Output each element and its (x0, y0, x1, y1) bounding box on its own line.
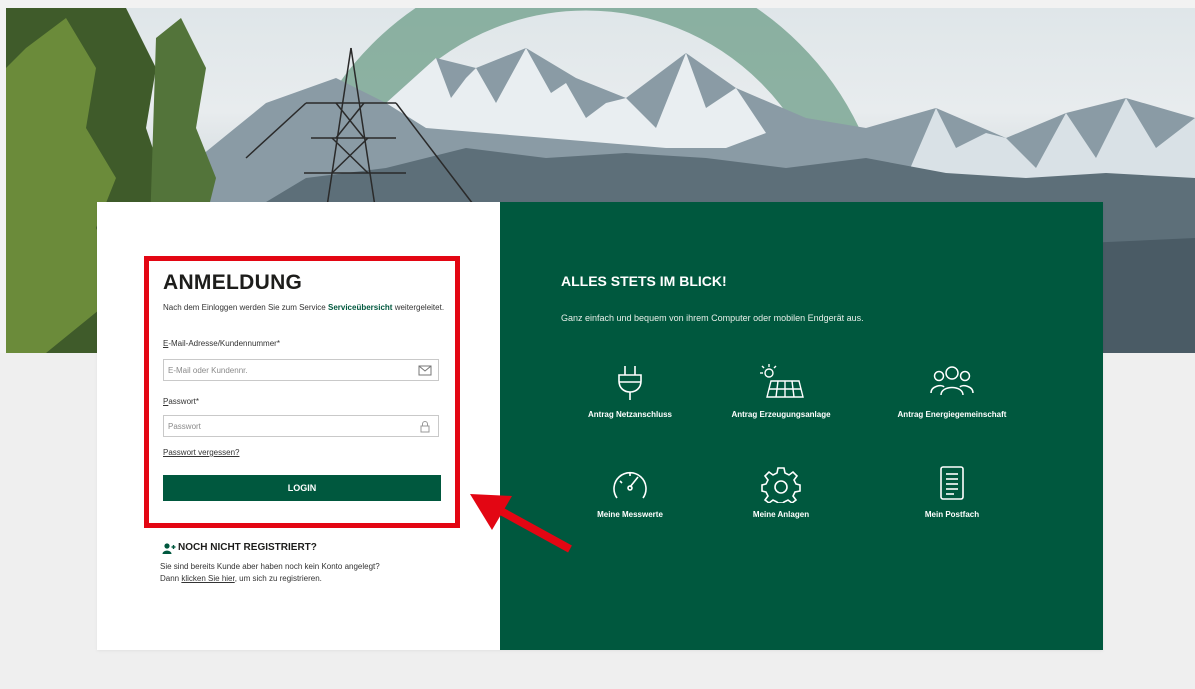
promo-subtitle: Ganz einfach und bequem von ihrem Comput… (561, 313, 864, 323)
envelope-icon (418, 365, 432, 376)
tile-label: Antrag Energiegemeinschaft (897, 410, 1007, 419)
gauge-icon (613, 471, 647, 499)
tile-label: Antrag Netzanschluss (587, 410, 673, 419)
login-intro-text: Nach dem Einloggen werden Sie zum Servic… (163, 302, 453, 313)
document-icon (940, 466, 964, 500)
register-line1: Sie sind bereits Kunde aber haben noch k… (160, 562, 380, 571)
lock-icon (420, 421, 430, 433)
register-title: NOCH NICHT REGISTRIERT? (178, 542, 317, 553)
password-placeholder: Passwort (168, 422, 201, 431)
forgot-password-link[interactable]: Passwort vergessen? (163, 448, 239, 457)
service-overview-link[interactable]: Serviceübersicht (328, 303, 392, 312)
tile-meine-anlagen[interactable]: Meine Anlagen (696, 465, 866, 519)
tile-antrag-energiegemeinschaft[interactable]: Antrag Energiegemeinschaft (867, 363, 1037, 419)
plug-icon (618, 366, 642, 400)
tile-label: Antrag Erzeugungsanlage (731, 410, 831, 419)
tile-mein-postfach[interactable]: Mein Postfach (867, 465, 1037, 519)
email-label-text: -Mail-Adresse/Kundennummer* (168, 339, 280, 348)
register-link[interactable]: klicken Sie hier (181, 574, 234, 583)
promo-panel (500, 202, 1103, 650)
add-user-icon (162, 543, 176, 554)
register-line2-prefix: Dann (160, 574, 182, 583)
tile-antrag-erzeugungsanlage[interactable]: Antrag Erzeugungsanlage (696, 363, 866, 419)
solar-panel-icon (760, 364, 804, 398)
email-label: E-Mail-Adresse/Kundennummer* (163, 339, 280, 348)
email-field[interactable]: E-Mail oder Kundennr. (163, 359, 439, 381)
login-intro-prefix: Nach dem Einloggen werden Sie zum Servic… (163, 303, 328, 312)
password-label: Passwort* (163, 397, 199, 406)
annotation-arrow-icon (470, 494, 572, 553)
register-line2: Dann klicken Sie hier, um sich zu regist… (160, 573, 450, 585)
login-form: ANMELDUNG Nach dem Einloggen werden Sie … (144, 256, 460, 528)
password-field[interactable]: Passwort (163, 415, 439, 437)
promo-title: ALLES STETS IM BLICK! (561, 273, 727, 289)
register-line2-suffix: , um sich zu registrieren. (234, 574, 322, 583)
community-icon (930, 366, 974, 396)
register-text: Sie sind bereits Kunde aber haben noch k… (160, 561, 450, 585)
login-intro-suffix: weitergeleitet. (392, 303, 445, 312)
email-placeholder: E-Mail oder Kundennr. (168, 366, 248, 375)
login-title: ANMELDUNG (163, 271, 303, 294)
tile-label: Meine Anlagen (752, 510, 810, 519)
tile-antrag-netzanschluss[interactable]: Antrag Netzanschluss (545, 363, 715, 419)
tile-label: Mein Postfach (924, 510, 980, 519)
login-button[interactable]: LOGIN (163, 475, 441, 501)
password-label-text: asswort* (168, 397, 200, 406)
gear-icon (761, 467, 801, 503)
